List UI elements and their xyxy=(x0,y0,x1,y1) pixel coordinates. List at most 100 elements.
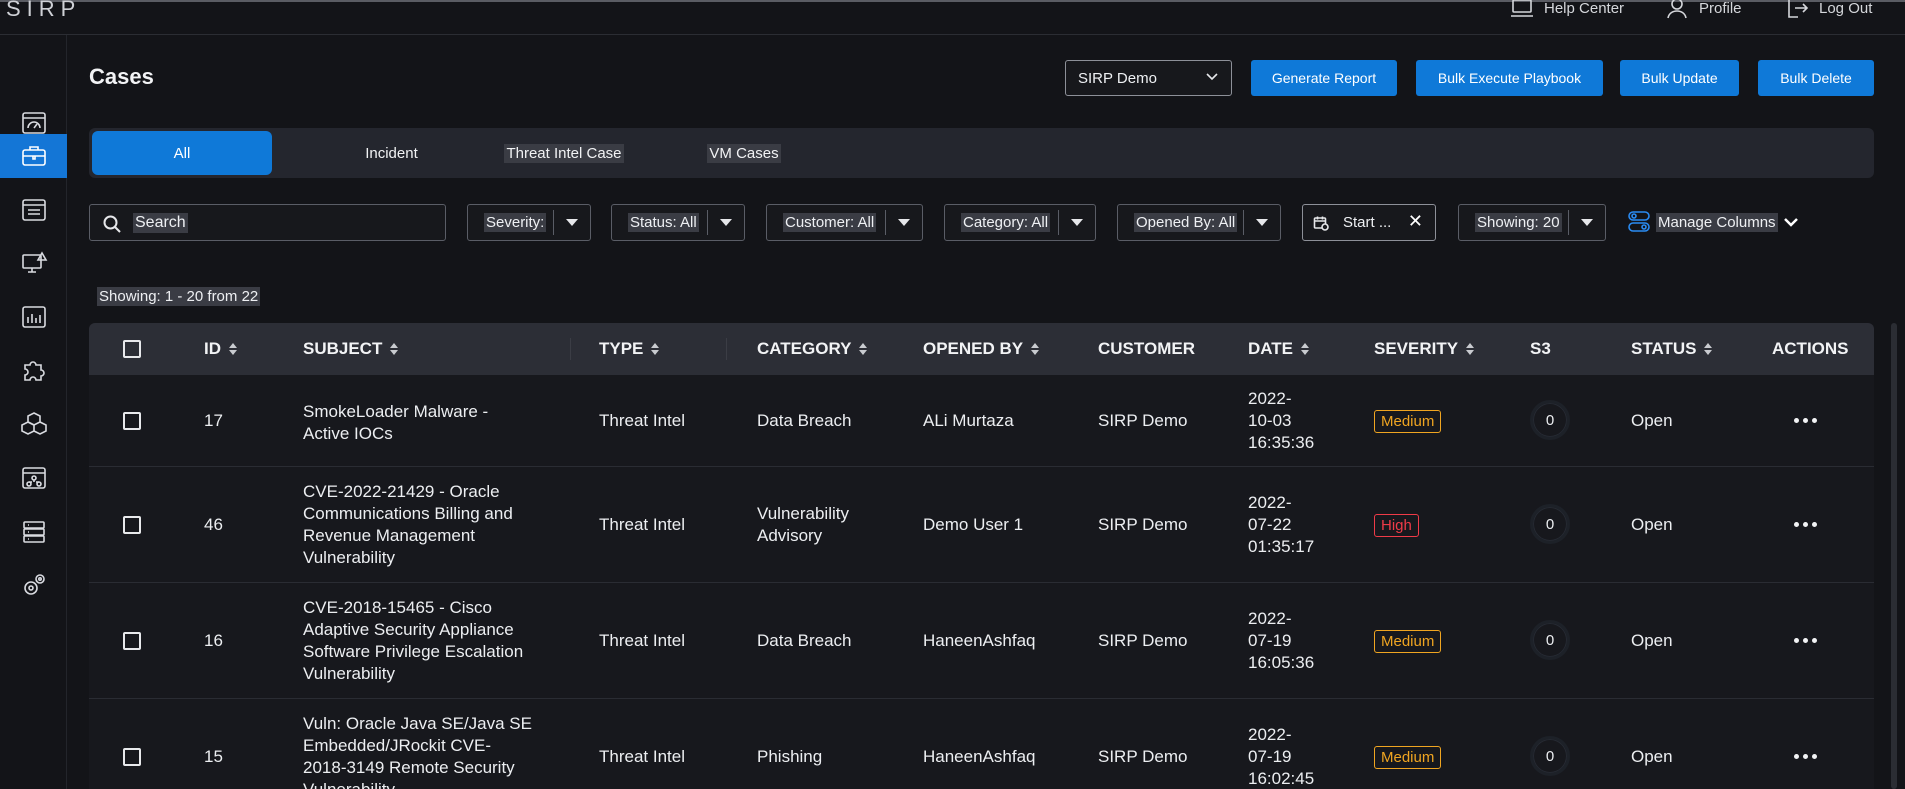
help-center-link[interactable]: Help Center xyxy=(1510,0,1624,20)
cell-customer: SIRP Demo xyxy=(1098,515,1188,534)
sidebar-item-monitor[interactable] xyxy=(0,241,67,285)
bulk-update-button[interactable]: Bulk Update xyxy=(1620,60,1739,96)
organization-select[interactable]: SIRP Demo xyxy=(1065,60,1232,96)
toggle-columns-icon xyxy=(1628,211,1650,232)
cell-status: Open xyxy=(1631,515,1673,534)
bulk-execute-playbook-button[interactable]: Bulk Execute Playbook xyxy=(1416,60,1603,96)
tab-incident[interactable]: Incident xyxy=(329,131,454,175)
cell-date: 2022- 07-19 16:05:36 xyxy=(1248,609,1315,672)
column-header-type-label: TYPE xyxy=(599,339,644,358)
clear-date-icon[interactable]: ✕ xyxy=(1408,211,1423,232)
user-icon xyxy=(1667,0,1687,19)
list-icon xyxy=(21,199,46,221)
cell-customer: SIRP Demo xyxy=(1098,411,1188,430)
page-scrollbar[interactable] xyxy=(1891,323,1897,789)
opened-by-filter[interactable]: Opened By: All xyxy=(1117,204,1281,241)
page-size-filter[interactable]: Showing: 20 xyxy=(1458,204,1606,241)
bar-chart-icon xyxy=(21,306,46,328)
more-actions-icon[interactable] xyxy=(1794,638,1817,643)
column-header-severity-label: SEVERITY xyxy=(1374,339,1459,358)
more-actions-icon[interactable] xyxy=(1794,754,1817,759)
cell-id: 15 xyxy=(204,747,223,766)
table-header: ID SUBJECT TYPE CATEGORY OPENED BY CUSTO… xyxy=(89,323,1874,375)
sidebar-item-database[interactable] xyxy=(0,510,67,554)
cell-subject[interactable]: CVE-2022-21429 - Oracle Communications Bi… xyxy=(303,481,513,569)
column-header-id[interactable]: ID xyxy=(204,339,237,359)
generate-report-button[interactable]: Generate Report xyxy=(1251,60,1397,96)
cell-type: Threat Intel xyxy=(599,631,685,650)
severity-filter-label: Severity: xyxy=(484,213,547,232)
chevron-down-icon xyxy=(1206,73,1218,81)
cell-id: 46 xyxy=(204,515,223,534)
sidebar-item-reports[interactable] xyxy=(0,295,67,339)
page-size-label: Showing: 20 xyxy=(1475,213,1562,232)
tab-all[interactable]: All xyxy=(92,131,272,175)
column-header-severity[interactable]: SEVERITY xyxy=(1374,339,1475,359)
sidebar-item-playbooks[interactable] xyxy=(0,456,67,500)
row-checkbox[interactable] xyxy=(123,516,141,534)
sort-icon xyxy=(1301,343,1310,355)
help-icon xyxy=(1511,0,1533,17)
column-header-customer[interactable]: CUSTOMER xyxy=(1098,339,1195,359)
column-header-category[interactable]: CATEGORY xyxy=(757,339,868,359)
select-all-checkbox[interactable] xyxy=(123,340,141,358)
sidebar-item-integrations[interactable] xyxy=(0,348,67,392)
row-checkbox[interactable] xyxy=(123,412,141,430)
profile-label: Profile xyxy=(1699,0,1742,17)
manage-columns-button[interactable]: Manage Columns xyxy=(1628,210,1800,234)
logout-icon xyxy=(1788,0,1809,18)
logout-link[interactable]: Log Out xyxy=(1785,0,1872,20)
severity-filter[interactable]: Severity: xyxy=(467,204,591,241)
column-header-opened-by[interactable]: OPENED BY xyxy=(923,339,1040,359)
sort-icon xyxy=(651,343,660,355)
cell-subject[interactable]: Vuln: Oracle Java SE/Java SE Embedded/JRo… xyxy=(303,713,532,789)
profile-link[interactable]: Profile xyxy=(1665,0,1742,20)
sidebar-item-settings[interactable] xyxy=(0,563,67,607)
cell-subject[interactable]: CVE-2018-15465 - Cisco Adaptive Security … xyxy=(303,597,523,685)
column-header-type[interactable]: TYPE xyxy=(599,339,660,359)
cell-opened-by: HaneenAshfaq xyxy=(923,747,1036,766)
cell-opened-by: HaneenAshfaq xyxy=(923,631,1036,650)
manage-columns-label: Manage Columns xyxy=(1656,212,1778,232)
cell-status: Open xyxy=(1631,411,1673,430)
column-header-subject[interactable]: SUBJECT xyxy=(303,339,399,359)
tab-threat-intel-case[interactable]: Threat Intel Case xyxy=(479,131,649,175)
table-row[interactable]: 15 Vuln: Oracle Java SE/Java SE Embedded/… xyxy=(89,699,1874,789)
more-actions-icon[interactable] xyxy=(1794,418,1817,423)
table-row[interactable]: 46 CVE-2022-21429 - Oracle Communications… xyxy=(89,467,1874,583)
date-range-filter[interactable]: Start ... ✕ xyxy=(1302,204,1436,241)
search-placeholder: Search xyxy=(133,212,188,233)
bulk-delete-button[interactable]: Bulk Delete xyxy=(1758,60,1874,96)
customer-filter[interactable]: Customer: All xyxy=(766,204,923,241)
cell-subject[interactable]: SmokeLoader Malware - Active IOCs xyxy=(303,401,488,445)
caret-down-icon xyxy=(1244,219,1280,226)
tab-vm-cases-label: VM Cases xyxy=(707,143,781,163)
cell-status: Open xyxy=(1631,631,1673,650)
column-header-status[interactable]: STATUS xyxy=(1631,339,1713,359)
column-header-s3: S3 xyxy=(1530,339,1551,359)
column-header-id-label: ID xyxy=(204,339,221,358)
app-logo: SIRP xyxy=(6,0,82,21)
status-filter[interactable]: Status: All xyxy=(611,204,745,241)
more-actions-icon[interactable] xyxy=(1794,522,1817,527)
search-input[interactable]: Search xyxy=(89,204,446,241)
sidebar-item-cases[interactable] xyxy=(0,134,67,178)
cell-type: Threat Intel xyxy=(599,747,685,766)
severity-badge: Medium xyxy=(1374,410,1442,433)
date-range-value: Start ... xyxy=(1343,214,1392,231)
sort-icon xyxy=(859,343,868,355)
cell-status: Open xyxy=(1631,747,1673,766)
severity-badge: High xyxy=(1374,514,1419,537)
sidebar-item-assets[interactable] xyxy=(0,402,67,446)
category-filter[interactable]: Category: All xyxy=(944,204,1096,241)
row-checkbox[interactable] xyxy=(123,748,141,766)
organization-select-value: SIRP Demo xyxy=(1078,69,1157,87)
row-checkbox[interactable] xyxy=(123,632,141,650)
table-row[interactable]: 16 CVE-2018-15465 - Cisco Adaptive Securi… xyxy=(89,583,1874,699)
table-row[interactable]: 17 SmokeLoader Malware - Active IOCs Thre… xyxy=(89,375,1874,467)
column-header-date[interactable]: DATE xyxy=(1248,339,1310,359)
tab-vm-cases[interactable]: VM Cases xyxy=(674,131,814,175)
cases-table: ID SUBJECT TYPE CATEGORY OPENED BY CUSTO… xyxy=(89,323,1874,789)
sidebar-item-list[interactable] xyxy=(0,188,67,232)
s3-score: 0 xyxy=(1530,736,1570,776)
